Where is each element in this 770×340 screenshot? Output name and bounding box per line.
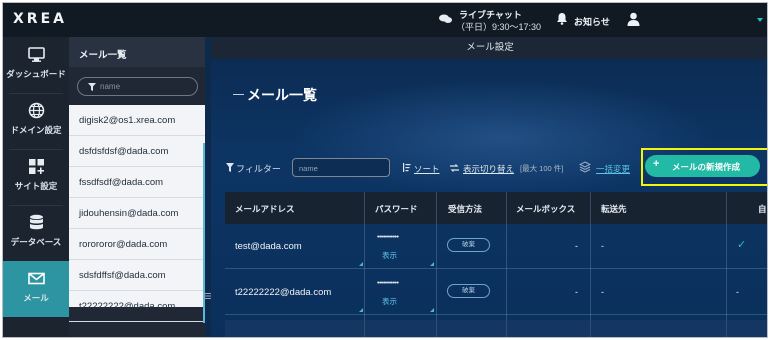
- chevron-down-icon[interactable]: [757, 18, 763, 22]
- global-nav: ダッシュボード ドメイン設定 サイト設定 データベース メール: [3, 37, 69, 337]
- table-row[interactable]: t22222222@dada.com ••••••••••• 表示 破棄 - -…: [225, 270, 767, 315]
- user-icon[interactable]: [627, 12, 640, 26]
- auto-reply-cell: -: [736, 287, 739, 297]
- title-dash: [233, 94, 244, 95]
- main-content: メール設定 メール一覧 フィルター ソート 表示切り替え [最大 1: [211, 37, 767, 337]
- nav-item-dashboard[interactable]: ダッシュボード: [3, 37, 69, 93]
- mailbox-cell: -: [575, 287, 578, 297]
- filter-icon: [226, 163, 234, 172]
- filter-input[interactable]: [299, 162, 385, 174]
- check-icon: ✓: [737, 239, 747, 251]
- monitor-icon: [28, 47, 45, 62]
- table-row-partial: [225, 320, 767, 337]
- forward-cell: -: [601, 241, 604, 251]
- list-item[interactable]: t22222222@dada.com: [69, 291, 205, 322]
- list-item[interactable]: jidouhensin@dada.com: [69, 198, 205, 229]
- layers-icon: [579, 161, 591, 173]
- list-item[interactable]: sdsfdffsf@dada.com: [69, 260, 205, 291]
- show-password-link[interactable]: 表示: [382, 296, 397, 307]
- list-item[interactable]: digisk2@os1.xrea.com: [69, 105, 205, 136]
- email-cell[interactable]: t22222222@dada.com: [235, 287, 331, 298]
- nav-item-label: サイト設定: [14, 181, 58, 191]
- nav-item-database[interactable]: データベース: [3, 205, 69, 261]
- mail-list-panel: メール一覧 digisk2@os1.xrea.com dsfdsfdsf@dad…: [69, 37, 205, 337]
- column-header-password[interactable]: パスワード: [375, 203, 418, 215]
- nav-item-domain[interactable]: ドメイン設定: [3, 93, 69, 149]
- notice-label[interactable]: お知らせ: [574, 15, 610, 28]
- max-count-label: [最大 100 件]: [520, 164, 564, 173]
- password-dots: •••••••••••: [377, 234, 399, 241]
- sort-icon: [403, 163, 411, 172]
- table-header: メールアドレス パスワード 受信方法 メールボックス 転送先 自: [225, 192, 767, 224]
- bell-icon[interactable]: [556, 12, 568, 25]
- list-item[interactable]: dsfdsfdsf@dada.com: [69, 136, 205, 167]
- receive-method-badge[interactable]: 破棄: [447, 284, 490, 298]
- top-bar: XREA ライブチャット （平日）9:30〜17:30 お知らせ: [3, 3, 767, 37]
- database-icon: [30, 214, 43, 230]
- list-search-box: [77, 77, 198, 96]
- app-window: XREA ライブチャット （平日）9:30〜17:30 お知らせ ダッシュボード: [2, 2, 768, 338]
- column-header-forward[interactable]: 転送先: [601, 203, 627, 215]
- nav-item-label: ダッシュボード: [6, 69, 66, 79]
- filter-icon: [88, 83, 96, 91]
- row-marker: [359, 308, 363, 312]
- grid-plus-icon: [29, 159, 44, 174]
- mail-table: メールアドレス パスワード 受信方法 メールボックス 転送先 自 test@da…: [225, 192, 767, 337]
- list-search-input[interactable]: [100, 80, 190, 93]
- list-item[interactable]: fssdfsdf@dada.com: [69, 167, 205, 198]
- mail-icon: [28, 272, 45, 285]
- row-marker: [430, 262, 434, 266]
- collapse-menu-icon[interactable]: [204, 293, 211, 299]
- switch-view-link[interactable]: 表示切り替え: [463, 163, 514, 175]
- list-item[interactable]: rorororor@dada.com: [69, 229, 205, 260]
- mail-address-list: digisk2@os1.xrea.com dsfdsfdsf@dada.com …: [69, 105, 205, 322]
- mailbox-cell: -: [575, 241, 578, 251]
- row-marker: [359, 262, 363, 266]
- chat-icon[interactable]: [439, 14, 452, 24]
- filter-field: [292, 158, 390, 177]
- create-mail-label: メールの新規作成: [672, 162, 741, 172]
- column-header-auto[interactable]: 自: [758, 203, 767, 215]
- forward-cell: -: [601, 287, 604, 297]
- sort-link[interactable]: ソート: [414, 163, 440, 175]
- show-password-link[interactable]: 表示: [382, 250, 397, 261]
- switch-view-icon: [450, 164, 459, 172]
- table-row[interactable]: test@dada.com ••••••••••• 表示 破棄 - - ✓: [225, 224, 767, 269]
- column-header-mailbox[interactable]: メールボックス: [516, 203, 575, 215]
- page-title: メール一覧: [247, 87, 317, 103]
- password-dots: •••••••••••: [377, 280, 399, 287]
- section-header: メール設定: [211, 37, 767, 59]
- create-mail-button[interactable]: + メールの新規作成: [645, 155, 760, 177]
- nav-item-label: メール: [23, 293, 49, 303]
- email-cell[interactable]: test@dada.com: [235, 241, 302, 252]
- list-header: メール一覧: [69, 37, 205, 67]
- nav-item-mail[interactable]: メール: [3, 261, 69, 317]
- logo[interactable]: XREA: [13, 11, 67, 27]
- live-chat-hours: （平日）9:30〜17:30: [456, 22, 542, 32]
- bulk-edit-link[interactable]: 一括変更: [596, 163, 630, 175]
- globe-icon: [28, 102, 45, 119]
- column-header-email[interactable]: メールアドレス: [235, 203, 295, 215]
- column-header-receive[interactable]: 受信方法: [448, 203, 482, 215]
- receive-method-badge[interactable]: 破棄: [447, 238, 490, 252]
- row-marker: [430, 308, 434, 312]
- plus-icon: +: [653, 158, 660, 170]
- list-title: メール一覧: [79, 50, 127, 61]
- nav-item-label: データベース: [10, 237, 62, 247]
- nav-item-site[interactable]: サイト設定: [3, 149, 69, 205]
- filter-label: フィルター: [236, 164, 281, 174]
- nav-item-label: ドメイン設定: [10, 125, 62, 135]
